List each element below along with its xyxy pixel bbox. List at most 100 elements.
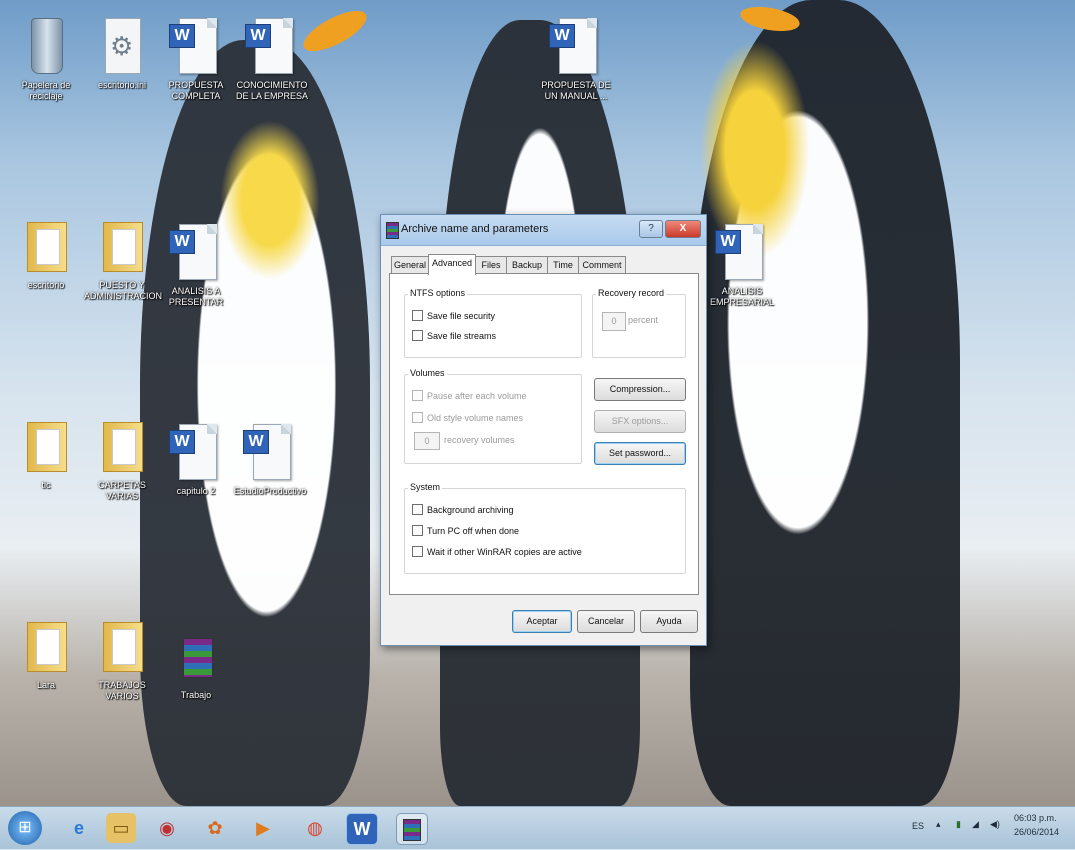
recovery-percent-stepper[interactable]: 0 [602,312,626,331]
recovery-percent-label: percent [628,315,659,325]
old-style-names-checkbox[interactable]: Old style volume names [412,412,523,423]
desktop-icon-label: ANALISIS EMPRESARIAL [709,286,775,307]
desktop-icon-word-doc[interactable]: W PROPUESTA DE UN MANUAL ... [538,18,614,102]
wait-winrar-copies-checkbox[interactable]: Wait if other WinRAR copies are active [412,546,582,557]
checkbox-box [412,504,423,515]
tab-time[interactable]: Time [547,256,579,274]
sfx-options-button[interactable]: SFX options... [594,410,686,433]
desktop-icon-label: PROPUESTA DE UN MANUAL ... [541,80,611,101]
desktop-icon-rar-archive[interactable]: Trabajo [158,628,234,701]
recycle-bin-icon [31,18,63,74]
background-archiving-checkbox[interactable]: Background archiving [412,504,514,515]
ok-button[interactable]: Aceptar [512,610,572,633]
wallpaper-penguin-left-chest [220,120,320,280]
save-file-streams-checkbox[interactable]: Save file streams [412,330,496,341]
checkbox-box [412,412,423,423]
media-player-icon[interactable]: ▶ [248,813,278,843]
dialog-titlebar[interactable]: Archive name and parameters ? X [381,215,706,246]
desktop-icon-word-doc[interactable]: W capitulo 2 [158,424,234,497]
tab-comment[interactable]: Comment [578,256,626,274]
word-doc-icon: W [245,24,271,48]
folder-icon [27,422,67,472]
checkbox-box [412,546,423,557]
tab-general[interactable]: General [391,256,429,274]
tools-app-icon[interactable]: ✿ [200,813,230,843]
word-doc-icon: W [169,24,195,48]
folder-icon [27,622,67,672]
desktop-icon-folder[interactable]: CARPETAS VARIAS [84,418,160,502]
desktop: Papelera de reciclaje escritorio.ini W P… [0,0,1075,806]
checkbox-label: Wait if other WinRAR copies are active [427,547,582,557]
close-button[interactable]: X [665,220,701,238]
checkbox-box [412,310,423,321]
taskbar: ⊞ e ▭ ◉ ✿ ▶ ◍ W ES ▴ ▮ ◢ ◀) 06:03 p.m. 2… [0,806,1075,849]
clock-date[interactable]: 26/06/2014 [1014,827,1059,837]
system-title: System [408,482,443,492]
winrar-icon [403,819,421,841]
desktop-icon-word-doc[interactable]: W EstudioProductivo [232,424,308,497]
pause-after-volume-checkbox[interactable]: Pause after each volume [412,390,527,401]
volume-icon[interactable]: ◀) [990,819,1000,830]
desktop-icon-label: CARPETAS VARIAS [98,480,146,501]
config-file-icon [105,18,141,74]
desktop-icon-recycle-bin[interactable]: Papelera de reciclaje [8,18,84,102]
desktop-icon-label: tic [41,480,51,490]
desktop-icon-folder[interactable]: TRABAJOS VARIOS [84,618,160,702]
tab-files[interactable]: Files [475,256,507,274]
word-doc-icon: W [549,24,575,48]
file-explorer-icon[interactable]: ▭ [106,813,136,843]
desktop-icon-label: CONOCIMIENTO DE LA EMPRESA [235,80,309,101]
desktop-icon-label: capitulo 2 [176,486,216,496]
winrar-archive-icon [183,638,213,678]
desktop-icon-label: Trabajo [180,690,212,700]
winrar-icon [386,222,399,239]
checkbox-label: Background archiving [427,505,514,515]
ntfs-options-title: NTFS options [408,288,468,298]
tray-expand-icon[interactable]: ▴ [936,819,941,830]
compression-button[interactable]: Compression... [594,378,686,401]
desktop-icon-label: TRABAJOS VARIOS [98,680,146,701]
word-taskbar-icon[interactable]: W [346,813,378,845]
archive-parameters-dialog: Archive name and parameters ? X General … [380,214,707,646]
checkbox-label: Pause after each volume [427,391,527,401]
save-file-security-checkbox[interactable]: Save file security [412,310,495,321]
desktop-icon-word-doc[interactable]: W ANALISIS EMPRESARIAL [704,224,780,308]
volumes-title: Volumes [408,368,447,378]
clock-time[interactable]: 06:03 p.m. [1014,813,1057,823]
desktop-icon-folder[interactable]: Lara [8,618,84,691]
cancel-button[interactable]: Cancelar [577,610,635,633]
desktop-icon-word-doc[interactable]: W CONOCIMIENTO DE LA EMPRESA [234,18,310,102]
checkbox-label: Turn PC off when done [427,526,520,536]
word-doc-icon: W [169,430,195,454]
desktop-icon-folder[interactable]: tic [8,418,84,491]
help-button[interactable]: ? [639,220,663,238]
winrar-taskbar-icon[interactable] [396,813,428,845]
tab-backup[interactable]: Backup [506,256,548,274]
word-doc-icon: W [715,230,741,254]
set-password-button[interactable]: Set password... [594,442,686,465]
desktop-icon-word-doc[interactable]: W PROPUESTA COMPLETA [158,18,234,102]
advanced-panel: NTFS options Save file security Save fil… [389,273,699,595]
desktop-icon-folder[interactable]: PUESTO Y ADMINISTRACION [84,218,162,302]
desktop-icon-config-file[interactable]: escritorio.ini [84,18,160,91]
media-app-icon[interactable]: ◉ [152,813,182,843]
word-doc-icon: W [169,230,195,254]
signal-icon[interactable]: ◢ [972,819,979,830]
language-indicator[interactable]: ES [912,821,924,831]
dialog-title: Archive name and parameters [401,223,549,235]
chrome-icon[interactable]: ◍ [300,813,330,843]
checkbox-label: Save file streams [427,331,497,341]
tab-advanced[interactable]: Advanced [428,254,476,275]
internet-explorer-icon[interactable]: e [64,813,94,843]
desktop-icon-label: escritorio.ini [97,80,146,90]
checkbox-label: Save file security [427,311,496,321]
network-icon[interactable]: ▮ [956,819,961,830]
folder-icon [103,222,143,272]
turn-pc-off-checkbox[interactable]: Turn PC off when done [412,525,519,536]
desktop-icon-folder[interactable]: escritorio [8,218,84,291]
desktop-icon-word-doc[interactable]: W ANALISIS A PRESENTAR [158,224,234,308]
start-button[interactable]: ⊞ [8,811,42,845]
recovery-volumes-stepper[interactable]: 0 [414,432,440,450]
desktop-icon-label: Papelera de reciclaje [21,80,71,101]
help-footer-button[interactable]: Ayuda [640,610,698,633]
